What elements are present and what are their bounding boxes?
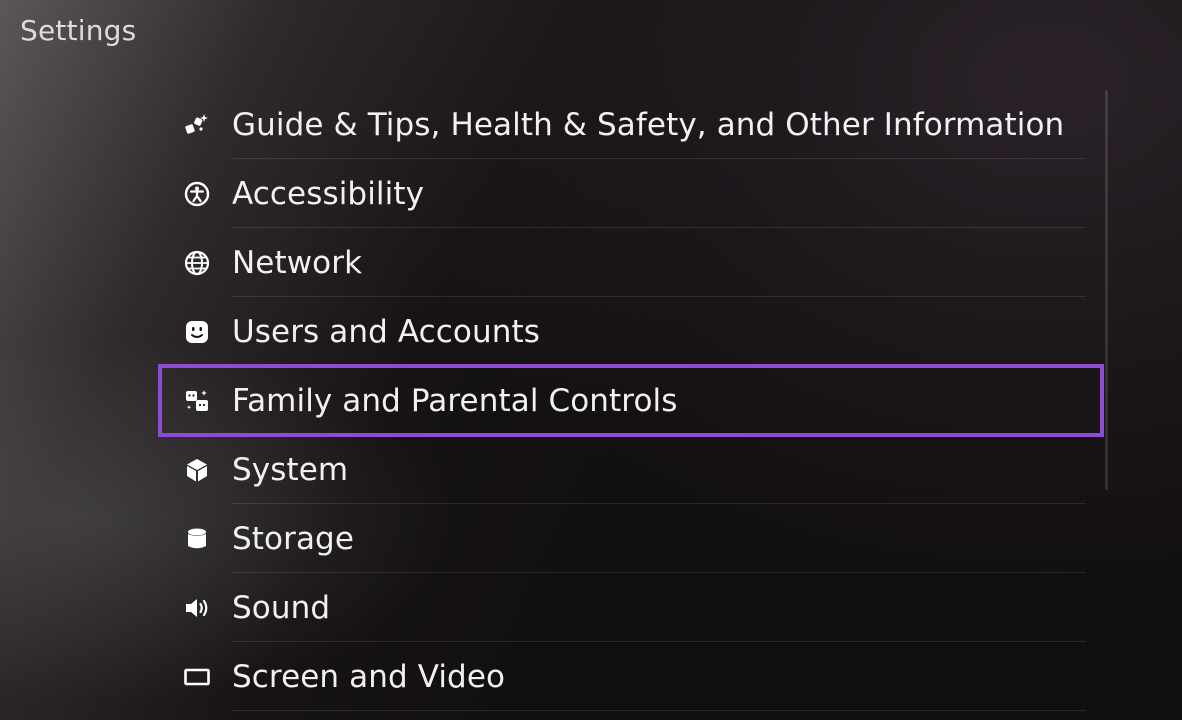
- menu-item-label: Screen and Video: [232, 658, 506, 695]
- menu-item-system[interactable]: System: [160, 435, 1086, 504]
- cylinder-icon: [182, 524, 212, 554]
- screen-icon: [182, 662, 212, 692]
- menu-item-family-parental-controls[interactable]: Family and Parental Controls: [158, 364, 1104, 437]
- menu-item-label: Users and Accounts: [232, 313, 540, 350]
- accessibility-icon: [182, 179, 212, 209]
- menu-item-label: Guide & Tips, Health & Safety, and Other…: [232, 106, 1065, 143]
- scrollbar[interactable]: [1105, 90, 1108, 490]
- settings-menu: Guide & Tips, Health & Safety, and Other…: [158, 90, 1104, 711]
- menu-item-label: Sound: [232, 589, 331, 626]
- guide-tips-icon: [182, 110, 212, 140]
- cube-icon: [182, 455, 212, 485]
- speaker-icon: [182, 593, 212, 623]
- menu-item-screen-video[interactable]: Screen and Video: [160, 642, 1086, 711]
- menu-item-sound[interactable]: Sound: [160, 573, 1086, 642]
- family-icon: [182, 386, 212, 416]
- user-face-icon: [182, 317, 212, 347]
- menu-item-guide-tips[interactable]: Guide & Tips, Health & Safety, and Other…: [160, 90, 1086, 159]
- globe-icon: [182, 248, 212, 278]
- menu-item-label: System: [232, 451, 349, 488]
- page-title: Settings: [20, 14, 137, 47]
- menu-item-label: Network: [232, 244, 363, 281]
- menu-item-label: Storage: [232, 520, 354, 557]
- menu-item-label: Family and Parental Controls: [232, 382, 678, 419]
- menu-item-accessibility[interactable]: Accessibility: [160, 159, 1086, 228]
- menu-item-storage[interactable]: Storage: [160, 504, 1086, 573]
- menu-item-users-accounts[interactable]: Users and Accounts: [160, 297, 1086, 366]
- menu-item-network[interactable]: Network: [160, 228, 1086, 297]
- menu-item-label: Accessibility: [232, 175, 425, 212]
